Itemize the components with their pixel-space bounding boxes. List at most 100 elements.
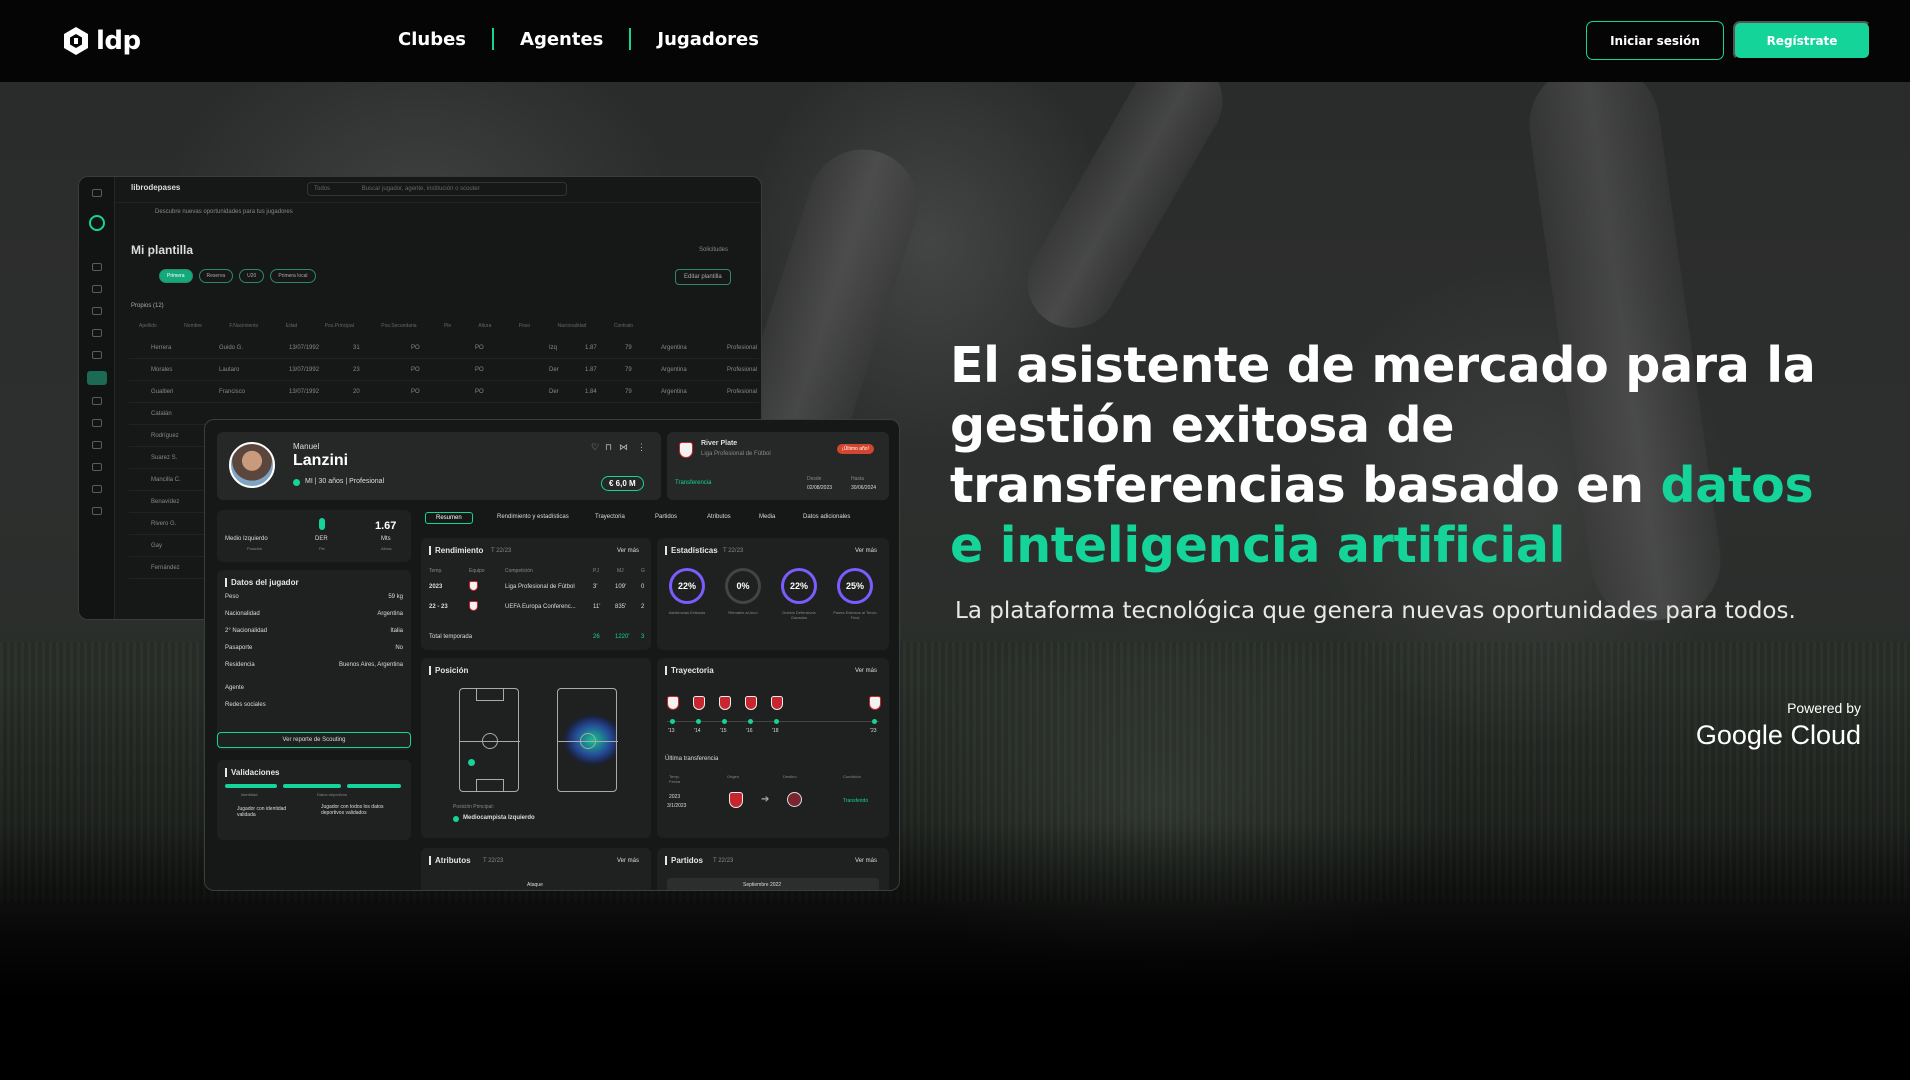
stat-ring: 22% — [781, 568, 817, 604]
stat-ring: 25% — [837, 568, 873, 604]
attributes-first: Ataque — [527, 882, 543, 888]
nav-link-jugadores[interactable]: Jugadores — [657, 29, 759, 50]
validation-bar — [283, 784, 341, 788]
pitch-diagram — [459, 688, 520, 792]
ldp-logo-icon — [64, 27, 88, 55]
hasta-label: Hasta — [851, 476, 865, 482]
attributes-title: Atributos — [429, 856, 471, 865]
stat-label: Asistencias Exitosas — [668, 610, 706, 615]
register-button[interactable]: Regístrate — [1733, 21, 1871, 60]
cell-fecha: 13/07/1992 — [289, 367, 320, 373]
transfer-label: Transferencia — [675, 480, 712, 486]
player-data-key: Nacionalidad — [225, 611, 260, 617]
validations-card: Validaciones Identidad Datos deportivos … — [217, 760, 411, 840]
tab-atributos: Atributos — [707, 514, 731, 520]
timeline-dot — [872, 719, 877, 724]
chip-u20: U20 — [239, 269, 265, 283]
player-data-key: Redes sociales — [225, 702, 266, 708]
folder-icon — [92, 285, 102, 293]
validation-item-sports: Jugador con todos los datos deportivos v… — [321, 804, 384, 816]
lt-fecha: 3/1/2023 — [667, 803, 687, 809]
chip-reserva: Reserva — [198, 269, 234, 283]
tab-datos-adicionales: Datos adicionales — [803, 514, 851, 520]
heatmap-center-circle — [580, 733, 596, 749]
tab-rendimiento: Rendimiento y estadísticas — [497, 514, 569, 520]
perf-total-mj: 1220' — [615, 634, 630, 640]
matches-month: Septiembre 2022 — [743, 882, 782, 888]
player-data-key: Peso — [225, 594, 239, 600]
club-crest-icon — [869, 696, 881, 710]
nav-divider — [629, 28, 632, 50]
tab-partidos: Partidos — [655, 514, 678, 520]
attributes-card: Atributos T 22/23 Ver más Ataque — [421, 848, 651, 890]
pitch-box-top — [476, 689, 504, 701]
tab-resumen: Resumen — [425, 512, 473, 524]
hero-subheadline: La plataforma tecnológica que genera nue… — [955, 598, 1796, 624]
stat-label: Duelos Defensivos Ganados — [782, 610, 816, 620]
squad-table-header: Apellido Nombre F.Nacimiento Edad Pos.Pr… — [139, 323, 634, 329]
table-row: Gualtieri Francisco 13/07/1992 20 PO PO Der 1.8… — [129, 381, 759, 403]
edit-squad-button: Editar plantilla — [675, 269, 731, 285]
top-navbar: ldp Clubes Agentes Jugadores Iniciar ses… — [0, 0, 1910, 82]
perf-header-equipo: Equipo — [469, 568, 485, 574]
cell-apellido: Mancilla C. — [151, 477, 181, 483]
player-data-value: Buenos Aires, Argentina — [338, 662, 403, 668]
perf-comp: UEFA Europa Conferenc... — [505, 604, 576, 610]
solicitudes-link: Solicitudes — [699, 247, 729, 253]
cell-edad: 31 — [353, 345, 360, 351]
player-data-value: 59 kg — [388, 594, 403, 600]
perf-mj: 835' — [615, 604, 627, 610]
stat-ring: 0% — [725, 568, 761, 604]
cell-peso: 79 — [625, 367, 632, 373]
cell-pos: PO — [411, 389, 420, 395]
perf-g: 0 — [641, 584, 645, 590]
club-crest-icon — [719, 696, 731, 710]
cell-nombre: Guido G. — [219, 345, 244, 351]
perf-header-pj: PJ — [593, 568, 599, 574]
menu-icon — [92, 189, 102, 197]
club-name: River Plate — [701, 440, 738, 447]
cell-fecha: 13/07/1992 — [289, 345, 320, 351]
last-transfer-label: Última transferencia — [665, 756, 719, 762]
club-card: River Plate Liga Profesional de Fútbol ¡… — [667, 432, 889, 500]
chip-primera: Primera — [159, 269, 193, 283]
search-icon — [92, 307, 102, 315]
squad-section-title: Propios (12) — [131, 303, 164, 309]
height-value: 1.67 — [375, 520, 397, 532]
cell-altura: 1.87 — [585, 345, 597, 351]
powered-by: Powered by Google Cloud — [1696, 700, 1861, 751]
squad-title: Mi plantilla — [131, 243, 194, 257]
login-button[interactable]: Iniciar sesión — [1586, 21, 1724, 60]
ldp-logo[interactable]: ldp — [62, 26, 141, 56]
club-crest-icon — [693, 696, 705, 710]
cell-apellido: Suarez S. — [151, 455, 178, 461]
table-row: Morales Lautaro 13/07/1992 23 PO PO Der 1.87 79 A… — [129, 359, 759, 381]
nav-link-agentes[interactable]: Agentes — [520, 29, 603, 50]
nav-link-clubes[interactable]: Clubes — [398, 29, 466, 50]
cell-fecha: 13/07/1992 — [289, 389, 320, 395]
player-data-card: Datos del jugador Peso 59 kg Nacionalidad A… — [217, 570, 411, 750]
origin-club-crest-icon — [729, 792, 743, 808]
player-status-dot — [293, 479, 300, 486]
logout-icon — [92, 507, 102, 515]
player-data-key: Residencia — [225, 662, 255, 668]
squad-icon — [87, 371, 107, 385]
perf-temp: 22 - 23 — [429, 604, 448, 610]
timeline-dot — [748, 719, 753, 724]
foot-icon — [319, 518, 325, 530]
position-card: Posición Posición Principal: Mediocampis… — [421, 658, 651, 838]
player-header-card: Manuel Lanzini MI | 30 años | Profesiona… — [217, 432, 661, 500]
hasta-date: 30/06/2024 — [851, 485, 877, 491]
cell-edad: 20 — [353, 389, 360, 395]
stat-label: Pases Exitosos al Tercio Final — [833, 610, 877, 620]
perf-total-label: Total temporada — [429, 634, 473, 640]
career-title: Trayectoria — [665, 666, 714, 675]
validation-label-sports: Datos deportivos — [317, 792, 348, 797]
mockup-search: Todos Buscar jugador, agente, institució… — [307, 182, 567, 196]
position-value: Medio Izquierdo — [225, 536, 268, 542]
player-data-value: No — [395, 645, 403, 651]
validation-bar — [347, 784, 401, 788]
share-icon: ⋈ — [619, 442, 628, 452]
cell-apellido: Catalán — [151, 411, 172, 417]
market-value: € 6,0 M — [601, 476, 644, 491]
